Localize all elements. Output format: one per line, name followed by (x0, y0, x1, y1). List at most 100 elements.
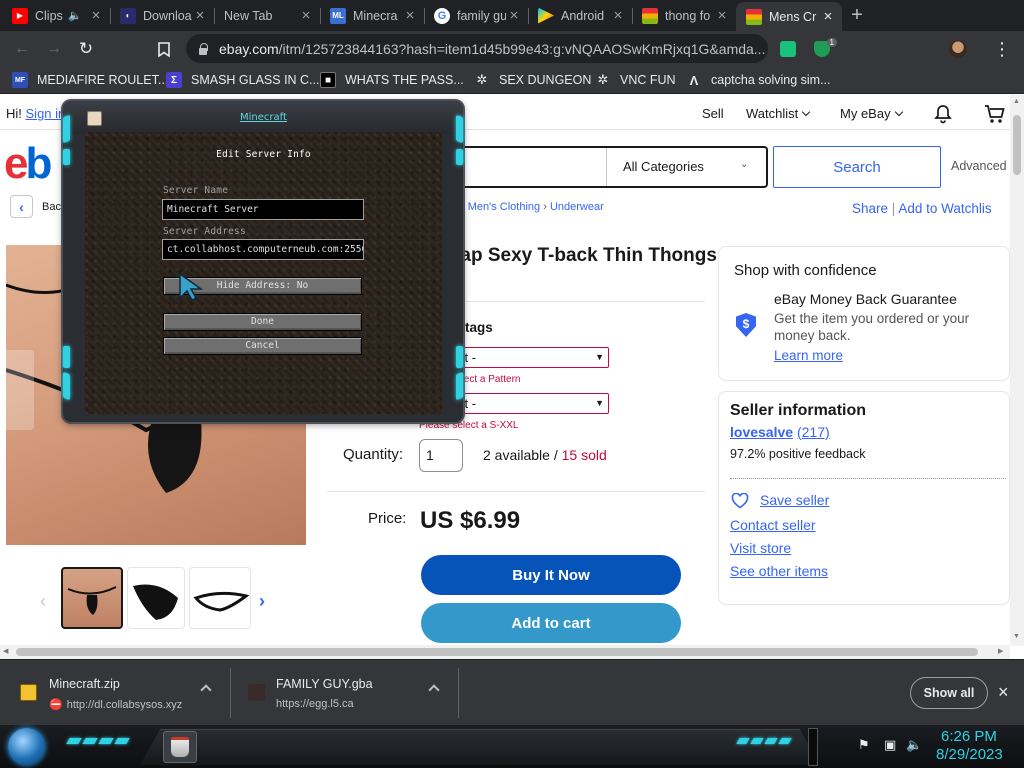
new-tab-button[interactable]: + (846, 4, 868, 26)
bookmark-item[interactable]: Λ captcha solving sim... (686, 71, 831, 89)
download-bar: Minecraft.zip ⛔ http://dl.collabsysos.xyz… (0, 659, 1024, 725)
search-input[interactable] (455, 146, 768, 188)
watchlist-menu[interactable]: Watchlist (746, 106, 811, 121)
close-icon[interactable]: × (820, 8, 836, 25)
tab-download[interactable]: ◐ Downloa × (110, 2, 214, 29)
sign-in-link[interactable]: Sign in (26, 106, 66, 121)
close-icon[interactable]: × (402, 7, 418, 24)
seller-feedback-count[interactable]: (217) (797, 424, 830, 440)
back-arrow-icon[interactable]: ← (10, 37, 34, 61)
chevron-up-icon[interactable] (200, 684, 212, 696)
bookmark-item[interactable]: ■ WHATS THE PASS... (320, 71, 464, 89)
download-name: FAMILY GUY.gba (276, 677, 373, 691)
bookmark-item[interactable]: ✲ SEX DUNGEON (474, 71, 592, 89)
volume-icon[interactable]: 🔈 (906, 737, 922, 753)
gear-icon: ✲ (476, 72, 488, 87)
close-icon[interactable]: × (88, 7, 104, 24)
advanced-link[interactable]: Advanced (951, 159, 1007, 173)
clock-date[interactable]: 8/29/2023 (936, 746, 1003, 763)
contact-seller-link[interactable]: Contact seller (730, 517, 816, 533)
tab-minecraft[interactable]: ML Minecra × (320, 2, 424, 29)
breadcrumb-underwear[interactable]: Underwear (550, 201, 604, 213)
heart-icon[interactable] (731, 492, 749, 512)
flag-icon[interactable]: ⚑ (858, 737, 870, 753)
bell-icon[interactable] (933, 104, 953, 127)
server-name-input[interactable]: Minecraft Server (162, 199, 364, 220)
share-link[interactable]: Share (852, 201, 888, 216)
quantity-input[interactable]: 1 (419, 439, 463, 472)
taskbar (0, 725, 1024, 768)
buy-it-now-button[interactable]: Buy It Now (421, 555, 681, 595)
save-seller-link[interactable]: Save seller (760, 492, 829, 508)
browser-toolbar: ← → ↻ ebay.com/itm/125723844163?hash=ite… (0, 31, 1024, 66)
address-bar[interactable]: ebay.com/itm/125723844163?hash=item1d45b… (186, 34, 768, 63)
cancel-button[interactable]: Cancel (163, 337, 362, 355)
thumbnail-1[interactable] (61, 567, 123, 629)
minecraft-titlebar[interactable]: Minecraft (63, 101, 463, 134)
speaker-icon[interactable]: 🔈 (68, 9, 82, 22)
see-other-items-link[interactable]: See other items (730, 563, 828, 579)
scroll-down-icon[interactable]: ▼ (1013, 633, 1020, 640)
close-icon[interactable]: × (192, 7, 208, 24)
bookmark-item[interactable]: MF MEDIAFIRE ROULET... (12, 71, 168, 89)
tab-family-guy[interactable]: G family gu × (424, 2, 528, 29)
chevron-up-icon[interactable] (428, 684, 440, 696)
pattern-select[interactable]: ct - ▼ (453, 347, 609, 368)
close-icon[interactable]: × (714, 7, 730, 24)
done-button[interactable]: Done (163, 313, 362, 331)
scroll-up-icon[interactable]: ▲ (1013, 98, 1020, 105)
scrollbar-thumb[interactable] (1013, 115, 1021, 175)
close-icon[interactable]: × (506, 7, 522, 24)
forward-arrow-icon[interactable]: → (42, 37, 66, 61)
add-watchlist-link[interactable]: Add to Watchlis (898, 201, 991, 216)
bookmark-item[interactable]: Σ SMASH GLASS IN C... (166, 71, 320, 89)
java-taskbar-icon[interactable] (163, 731, 197, 763)
scrollbar-thumb[interactable] (16, 648, 978, 656)
bookmark-icon[interactable] (152, 37, 176, 61)
back-chevron-icon[interactable]: ‹ (10, 195, 33, 218)
search-button[interactable]: Search (773, 146, 941, 188)
vertical-scrollbar[interactable]: ▲ ▼ (1010, 95, 1024, 646)
thumbnail-3[interactable] (189, 567, 251, 629)
visit-store-link[interactable]: Visit store (730, 540, 791, 556)
category-select[interactable]: All Categories (623, 159, 704, 174)
thumbnail-next-icon[interactable]: › (259, 591, 265, 612)
add-to-cart-button[interactable]: Add to cart (421, 603, 681, 643)
show-all-button[interactable]: Show all (910, 677, 988, 709)
bookmark-item[interactable]: ✲ VNC FUN (595, 71, 676, 89)
sell-link[interactable]: Sell (702, 106, 724, 121)
menu-icon[interactable]: ⋮ (990, 37, 1014, 61)
breadcrumb-mens-clothing[interactable]: Men's Clothing (468, 201, 540, 213)
scroll-left-icon[interactable]: ◀ (3, 647, 8, 655)
tab-new-tab[interactable]: New Tab × (214, 2, 320, 29)
close-icon[interactable]: × (610, 7, 626, 24)
close-icon[interactable]: × (998, 682, 1009, 703)
download-item-minecraft[interactable]: Minecraft.zip ⛔ http://dl.collabsysos.xyz (0, 660, 230, 726)
sold-count[interactable]: 15 sold (562, 447, 607, 463)
cart-icon[interactable] (984, 103, 1006, 128)
learn-more-link[interactable]: Learn more (774, 348, 843, 363)
thumbnail-2[interactable] (127, 567, 185, 629)
thumbnail-prev-icon[interactable]: ‹ (40, 591, 46, 612)
extension-green-icon[interactable] (776, 37, 800, 61)
tab-mens-active[interactable]: Mens Cr × (736, 2, 842, 31)
tab-thong[interactable]: thong fo × (632, 2, 736, 29)
size-select[interactable]: ct - ▼ (453, 393, 609, 414)
download-source: https://egg.l5.ca (276, 698, 354, 710)
avatar[interactable] (946, 37, 970, 61)
close-icon[interactable]: × (298, 7, 314, 24)
seller-name-link[interactable]: lovesalve (730, 424, 793, 440)
start-button[interactable] (8, 728, 45, 765)
reload-icon[interactable]: ↻ (74, 37, 98, 61)
horizontal-scrollbar[interactable]: ◀ ▶ (0, 645, 1010, 659)
scroll-right-icon[interactable]: ▶ (998, 647, 1003, 655)
clock-time[interactable]: 6:26 PM (941, 728, 997, 745)
network-icon[interactable]: ▣ (884, 737, 896, 753)
server-address-input[interactable]: ct.collabhost.computerneub.com:25566 (162, 239, 364, 260)
tab-android[interactable]: Android × (528, 2, 632, 29)
my-ebay-menu[interactable]: My eBay (840, 106, 903, 121)
ebay-logo[interactable]: eb (4, 139, 52, 189)
shield-extension-icon[interactable]: 1 (810, 37, 837, 61)
tab-clips[interactable]: ▶ Clips 🔈 × (2, 2, 110, 29)
download-item-family-guy[interactable]: FAMILY GUY.gba https://egg.l5.ca (230, 660, 458, 726)
